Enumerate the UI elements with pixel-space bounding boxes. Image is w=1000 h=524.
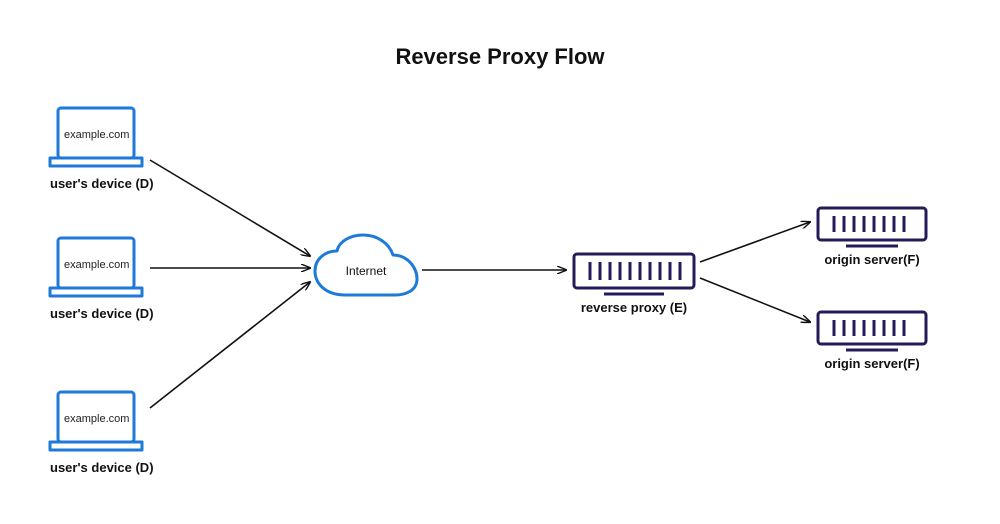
proxy-rack-icon	[574, 254, 694, 294]
laptop-icon: example.com	[50, 238, 142, 296]
origin-server-icon	[818, 312, 926, 350]
device-label: user's device (D)	[50, 306, 150, 321]
server-label: origin server(F)	[818, 356, 926, 371]
cloud-label: Internet	[346, 264, 387, 278]
proxy-label: reverse proxy (E)	[574, 300, 694, 315]
laptop-screen-text: example.com	[64, 413, 129, 425]
laptop-screen-text: example.com	[64, 129, 129, 141]
arrow-proxy-to-server	[700, 278, 810, 322]
server-label: origin server(F)	[818, 252, 926, 267]
device-label: user's device (D)	[50, 176, 150, 191]
arrow-proxy-to-server	[700, 222, 810, 262]
cloud-icon: Internet	[315, 235, 417, 295]
device-label: user's device (D)	[50, 460, 150, 475]
laptop-icon: example.com	[50, 108, 142, 166]
laptop-icon: example.com	[50, 392, 142, 450]
arrow-device-to-cloud	[150, 160, 310, 256]
laptop-screen-text: example.com	[64, 259, 129, 271]
arrow-device-to-cloud	[150, 282, 310, 408]
origin-server-icon	[818, 208, 926, 246]
arrows	[150, 160, 810, 408]
